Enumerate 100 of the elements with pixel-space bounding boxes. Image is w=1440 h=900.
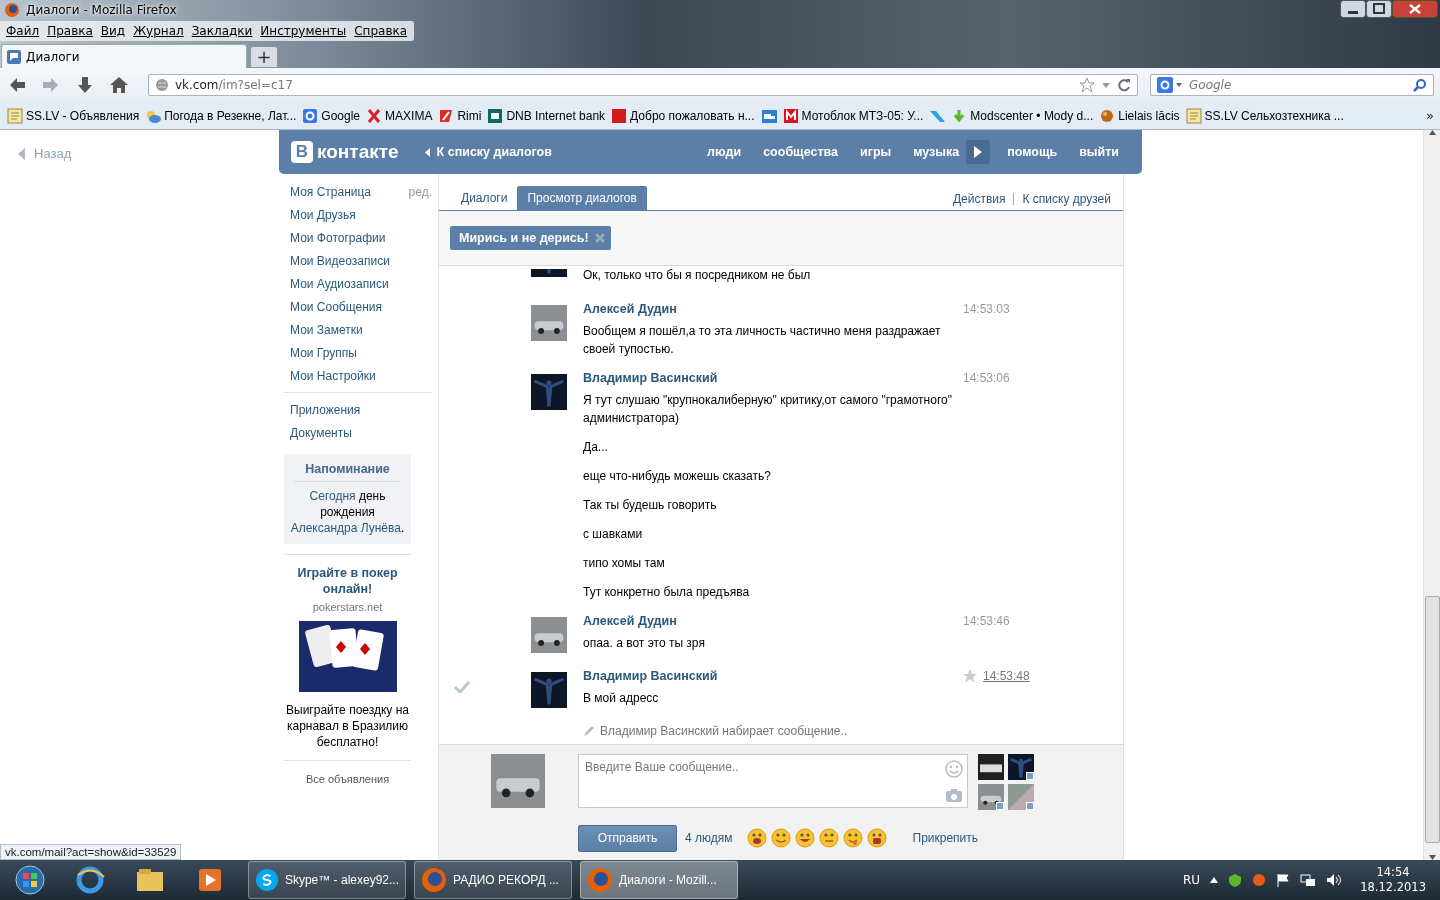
bookmark-item[interactable]: Погода в Резекне, Лат... (142, 107, 300, 124)
new-tab-button[interactable]: + (250, 46, 278, 68)
action-link[interactable]: Действия (952, 192, 1006, 206)
clock[interactable]: 14:54 18.12.2013 (1360, 865, 1426, 895)
sidebar-link[interactable]: Мои Фотографии (290, 230, 386, 245)
scrollbar[interactable] (1423, 130, 1440, 860)
reminder-link[interactable]: Сегодня (309, 489, 356, 503)
bookmark-item[interactable]: Modscenter • Mody d... (948, 107, 1097, 124)
sidebar-link[interactable]: Мои Друзья (290, 207, 356, 222)
action-link[interactable]: К списку друзей (1022, 192, 1111, 206)
browser-tab[interactable]: Диалоги (1, 44, 247, 68)
sidebar-link[interactable]: Приложения (290, 402, 361, 417)
author-name[interactable]: Владимир Васинский (583, 669, 963, 689)
speaker-icon[interactable] (1326, 873, 1343, 887)
sidebar-link[interactable]: Мои Аудиозаписи (290, 276, 389, 291)
send-button[interactable]: Отправить (578, 824, 677, 852)
star-icon[interactable] (963, 669, 977, 683)
bookmark-item[interactable]: Rimi (435, 107, 485, 124)
bookmark-item[interactable]: Google (299, 107, 364, 124)
bookmark-item[interactable]: DNB Internet bank (484, 107, 609, 124)
player-button[interactable] (966, 140, 991, 164)
language-indicator[interactable]: RU (1183, 873, 1201, 887)
dialog-tab[interactable]: Диалоги (451, 186, 518, 210)
message-box[interactable]: Введите Ваше сообщение.. (578, 754, 968, 808)
sidebar-link[interactable]: Моя Страница (290, 184, 372, 199)
emoji-icon[interactable] (842, 828, 863, 848)
taskbar-button[interactable]: Skype™ - alexey92... (248, 861, 406, 899)
emoji-icon[interactable] (746, 828, 767, 848)
bookmark-item[interactable]: SS.LV Сельхозтехника ... (1182, 107, 1347, 124)
ad-title[interactable]: Играйте в покер онлайн! (284, 565, 411, 597)
menu-item[interactable]: Инструменты (256, 22, 351, 40)
firefox-icon (421, 867, 447, 893)
avatar-photo (531, 672, 567, 708)
sidebar-link[interactable]: Мои Группы (290, 345, 357, 360)
logo[interactable]: В контакте (291, 141, 399, 163)
recipients-link[interactable]: 4 людям (685, 831, 733, 845)
message-time[interactable]: 14:53:48 (983, 669, 1030, 683)
nav-link[interactable]: музыка (902, 145, 971, 159)
author-name[interactable]: Алексей Дудин (583, 302, 963, 322)
participant-avatar (978, 784, 1004, 810)
menu-item[interactable]: Закладки (187, 22, 257, 40)
bookmark-item[interactable]: Lielais lācis (1096, 107, 1183, 124)
bookmark-item[interactable]: Добро пожаловать н... (608, 107, 758, 124)
truck-icon[interactable] (760, 107, 777, 124)
bookmark-item[interactable]: Мотоблок МТЗ-05: У... (779, 107, 927, 124)
home-button[interactable] (108, 75, 130, 95)
nav-link[interactable]: люди (696, 145, 753, 159)
nav-link[interactable]: игры (849, 145, 903, 159)
minimize-button[interactable] (1340, 0, 1366, 18)
network-icon[interactable] (1300, 873, 1317, 887)
back-to-dialogs-link[interactable]: К списку диалогов (424, 145, 552, 159)
sidebar-link[interactable]: Мои Видеозаписи (290, 253, 390, 268)
square-icon (611, 107, 628, 124)
more-bookmarks-button[interactable]: » (1426, 108, 1434, 123)
search-field[interactable]: Google (1189, 78, 1407, 92)
bookmark-item[interactable]: SS.LV - Объявления (4, 107, 143, 124)
chat-title: Мирись и не дерись! (459, 231, 589, 245)
address-bar[interactable]: vk.com/im?sel=c17 (148, 74, 1138, 96)
avatar-photo (531, 305, 567, 341)
taskbar-button[interactable]: Диалоги - Mozill... (580, 861, 738, 899)
nav-link[interactable]: выйти (1068, 145, 1130, 159)
message-input-area[interactable]: Введите Ваше сообщение.. (585, 760, 945, 803)
emoji-icon[interactable] (818, 828, 839, 848)
menu-item[interactable]: Журнал (129, 22, 188, 40)
all-ads-link[interactable]: Все объявления (284, 760, 411, 785)
reload-icon[interactable] (1117, 78, 1131, 92)
chat-title-tag[interactable]: Мирись и не дерись! (450, 226, 611, 250)
menu-item[interactable]: Справка (350, 22, 412, 40)
menu-item[interactable]: Правка (43, 22, 97, 40)
search-box[interactable]: Google (1150, 74, 1434, 96)
search-icon[interactable] (1413, 78, 1427, 92)
start-button[interactable] (15, 865, 45, 895)
browser-icon[interactable] (75, 865, 105, 895)
menu-item[interactable]: Вид (96, 22, 130, 40)
show-hidden-icons-button[interactable] (1210, 877, 1219, 883)
bookmark-item[interactable]: MAXIMA (363, 107, 436, 124)
close-button[interactable] (1392, 0, 1438, 18)
emoji-icon[interactable] (770, 828, 791, 848)
flag-icon[interactable] (1276, 873, 1291, 887)
tray-app-icon[interactable] (1252, 873, 1267, 887)
menu-item[interactable]: Файл (2, 22, 44, 40)
scroll-thumb[interactable] (1424, 596, 1440, 843)
emoji-icon[interactable] (794, 828, 815, 848)
maximize-button[interactable] (1366, 0, 1392, 18)
author-name[interactable]: Алексей Дудин (583, 614, 963, 634)
emoji-icon[interactable] (866, 828, 887, 848)
sidebar-link[interactable]: Документы (290, 425, 352, 440)
taskbar-button[interactable]: РАДИО РЕКОРД ... (414, 861, 572, 899)
reminder-link[interactable]: Александра Лунёва (290, 521, 401, 535)
sidebar-link[interactable]: Мои Заметки (290, 322, 363, 337)
attach-button[interactable]: Прикрепить (912, 831, 979, 845)
star-icon[interactable] (1079, 77, 1095, 93)
sidebar-link[interactable]: Мои Сообщения (290, 299, 382, 314)
sidebar-link[interactable]: Мои Настройки (290, 368, 376, 383)
dialog-tab[interactable]: Просмотр диалогов (517, 186, 647, 210)
author-name[interactable]: Владимир Васинский (583, 371, 963, 391)
nav-link[interactable]: сообщества (752, 145, 849, 159)
square-icon (782, 107, 799, 124)
nav-link[interactable]: помощь (996, 145, 1069, 159)
shield-icon[interactable] (1228, 873, 1243, 887)
